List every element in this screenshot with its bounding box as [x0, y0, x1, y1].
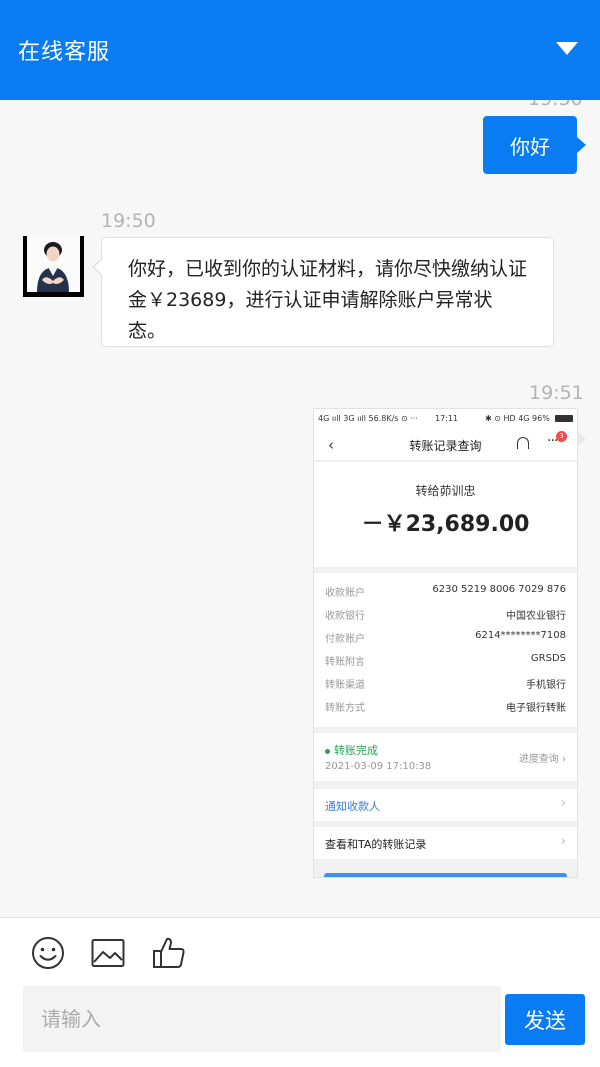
detail-label: 转账附言	[325, 657, 365, 668]
detail-label: 转账渠道	[325, 680, 365, 691]
progress-query-link: 进度查询 ›	[519, 750, 566, 765]
message-text: 你好，已收到你的认证材料，请你尽快缴纳认证金￥23689，进行认证申请解除账户异…	[128, 258, 528, 342]
chevron-right-icon: ›	[560, 796, 566, 811]
transfer-record-screenshot[interactable]: 4G ııll 3G ııll 56.8K/s ⊙ ··· 17:11 ✱ ⊙ …	[313, 408, 578, 878]
bottom-action-bar	[324, 873, 567, 877]
detail-row: 付款账户 6214********7108	[314, 625, 577, 648]
screenshot-navbar: ‹ 转账记录查询 ··· 3	[314, 429, 577, 461]
status-right: ✱ ⊙ HD 4G 96%	[485, 414, 550, 423]
detail-label: 转账方式	[325, 703, 365, 714]
notify-recipient-row: 通知收款人 ›	[314, 789, 577, 821]
detail-label: 收款账户	[325, 588, 365, 599]
detail-value: 中国农业银行	[506, 611, 566, 622]
chevron-down-icon[interactable]	[556, 42, 578, 55]
headset-icon	[517, 437, 529, 449]
amount-card: 转给茆训忠 －￥23,689.00	[314, 462, 577, 567]
detail-label: 收款银行	[325, 611, 365, 622]
chat-area[interactable]: 19:50 你好 19:50 你好，已收到你的认证材料，请你尽快缴纳认证金￥23…	[0, 100, 600, 917]
detail-value: GRSDS	[530, 653, 566, 664]
message-text: 你好	[510, 134, 550, 159]
status-dot-icon	[325, 748, 330, 754]
status-time: 17:11	[435, 414, 459, 423]
timestamp: 19:50	[528, 100, 583, 110]
detail-value: 电子银行转账	[506, 703, 566, 714]
detail-label: 付款账户	[325, 634, 365, 645]
agent-message-bubble[interactable]: 你好，已收到你的认证材料，请你尽快缴纳认证金￥23689，进行认证申请解除账户异…	[92, 237, 554, 347]
image-message[interactable]: 4G ııll 3G ııll 56.8K/s ⊙ ··· 17:11 ✱ ⊙ …	[313, 408, 586, 878]
status-left: 4G ııll 3G ııll 56.8K/s ⊙ ···	[318, 414, 418, 423]
phone-status-bar: 4G ııll 3G ııll 56.8K/s ⊙ ··· 17:11 ✱ ⊙ …	[314, 409, 577, 429]
composer-bar: 发送	[0, 917, 600, 1067]
battery-icon	[555, 415, 573, 422]
bubble-tail	[578, 432, 586, 446]
detail-row: 转账方式 电子银行转账	[314, 694, 577, 717]
transfer-history-label: 查看和TA的转账记录	[325, 838, 427, 851]
app-header: 在线客服	[0, 0, 600, 100]
smiley-icon[interactable]	[30, 935, 66, 971]
status-text: 转账完成	[334, 744, 378, 757]
timestamp: 19:50	[101, 210, 156, 232]
send-button[interactable]: 发送	[505, 994, 585, 1045]
notification-badge: 3	[556, 431, 567, 442]
detail-row: 收款账户 6230 5219 8006 7029 876	[314, 579, 577, 602]
status-time: 2021-03-09 17:10:38	[325, 761, 432, 772]
image-icon[interactable]	[90, 935, 126, 971]
thumbs-up-icon[interactable]	[151, 935, 187, 971]
transfer-history-row: 查看和TA的转账记录 ›	[314, 827, 577, 859]
detail-value: 手机银行	[526, 680, 566, 691]
transfer-amount: －￥23,689.00	[361, 512, 530, 537]
detail-row: 收款银行 中国农业银行	[314, 602, 577, 625]
detail-row: 转账渠道 手机银行	[314, 671, 577, 694]
detail-value: 6230 5219 8006 7029 876	[432, 584, 566, 595]
timestamp: 19:51	[529, 382, 584, 404]
recipient-line: 转给茆训忠	[415, 484, 476, 498]
chevron-right-icon: ›	[560, 834, 566, 849]
header-title: 在线客服	[18, 40, 111, 65]
transfer-details: 收款账户 6230 5219 8006 7029 876 收款银行 中国农业银行…	[314, 573, 577, 727]
progress-query-label: 进度查询	[518, 754, 559, 765]
detail-value: 6214********7108	[475, 630, 566, 641]
agent-avatar[interactable]	[23, 236, 84, 297]
screenshot-title: 转账记录查询	[409, 439, 482, 453]
user-message-bubble[interactable]: 你好	[483, 116, 586, 174]
notify-recipient-label: 通知收款人	[325, 800, 380, 813]
status-label: 转账完成	[325, 742, 378, 758]
status-card: 转账完成 2021-03-09 17:10:38 进度查询 ›	[314, 733, 577, 781]
message-input[interactable]	[23, 986, 501, 1052]
chevron-right-icon: ›	[562, 754, 566, 765]
detail-row: 转账附言 GRSDS	[314, 648, 577, 671]
